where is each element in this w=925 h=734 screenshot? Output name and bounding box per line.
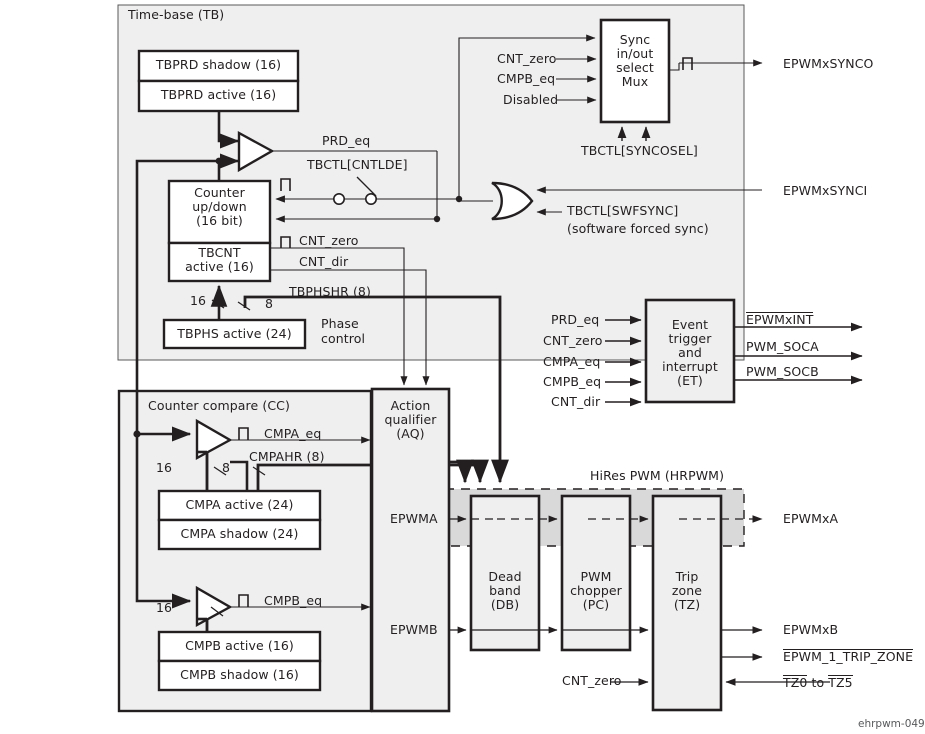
signal-label-cmpahr: CMPAHR (8) (249, 449, 325, 464)
mux-input-label-cmpb-eq: CMPB_eq (497, 71, 556, 86)
signal-label-tbphshr: TBPHSHR (8) (289, 284, 371, 299)
signal-label-cnt-dir-tb: CNT_dir (299, 254, 349, 269)
block-label-et-l2: trigger (668, 331, 712, 346)
signal-label-cnt-zero-tb: CNT_zero (299, 233, 359, 248)
bus-width-16-cmpb: 16 (156, 600, 173, 615)
block-label-counter-l3: (16 bit) (196, 213, 243, 228)
signal-label-cmpb-eq: CMPB_eq (264, 593, 323, 608)
control-label-swfsync: TBCTL[SWFSYNC] (567, 203, 679, 218)
et-output-label-pwm-soca: PWM_SOCA (746, 339, 819, 354)
block-label-db-l1: Dead (488, 569, 522, 584)
block-label-cmpb-active: CMPB active (16) (185, 638, 294, 653)
bus-width-8-tbphshr: 8 (265, 296, 274, 311)
block-label-aq-l2: qualifier (384, 412, 437, 427)
signal-label-phase-control-l2: control (321, 331, 366, 346)
block-label-db-l2: band (489, 583, 521, 598)
block-label-sync-mux-l2: in/out (616, 46, 654, 61)
block-label-sync-mux-l4: Mux (621, 74, 649, 89)
block-label-et-l1: Event (671, 317, 709, 332)
control-label-swfsync-note: (software forced sync) (567, 221, 709, 236)
block-label-counter-l2: up/down (192, 199, 247, 214)
block-label-et-l3: and (678, 345, 702, 360)
block-label-db-l3: (DB) (490, 597, 520, 612)
io-label-tz-to: to (811, 675, 825, 690)
block-label-et-l4: interrupt (662, 359, 718, 374)
et-output-label-epwmxint: EPWMxINT (746, 312, 814, 327)
block-label-aq-l3: (AQ) (396, 426, 425, 441)
block-label-pc-l3: (PC) (582, 597, 610, 612)
block-label-pc-l1: PWM (580, 569, 612, 584)
et-output-label-pwm-socb: PWM_SOCB (746, 364, 819, 379)
io-label-epwm-1-trip-zone: EPWM_1_TRIP_ZONE (783, 649, 914, 664)
bus-width-16-cmpa: 16 (156, 460, 173, 475)
block-label-cmpb-shadow: CMPB shadow (16) (180, 667, 299, 682)
bus-width-16-tbphs: 16 (190, 293, 207, 308)
control-label-cntlde: TBCTL[CNTLDE] (307, 157, 408, 172)
module-label-time-base: Time-base (TB) (128, 7, 225, 22)
module-label-counter-compare: Counter compare (CC) (148, 398, 290, 413)
block-label-tbcnt-l2: active (16) (185, 259, 254, 274)
module-label-hires-pwm: HiRes PWM (HRPWM) (590, 468, 725, 483)
tz-input-label-cnt-zero: CNT_zero (562, 673, 622, 688)
block-label-sync-mux-l3: select (616, 60, 654, 75)
et-input-label-cnt-dir: CNT_dir (551, 394, 601, 409)
io-label-tz5: TZ5 (828, 675, 853, 690)
bus-width-8-cmpahr: 8 (222, 460, 231, 475)
mux-input-label-disabled: Disabled (503, 92, 559, 107)
ehrpwm-block-diagram: Time-base (TB) Counter compare (CC) HiRe… (0, 0, 925, 734)
et-input-label-cmpb-eq: CMPB_eq (543, 374, 602, 389)
block-label-tbprd-active: TBPRD active (16) (160, 87, 277, 102)
block-label-pc-l2: chopper (570, 583, 622, 598)
block-label-counter-l1: Counter (194, 185, 245, 200)
block-label-tz-l2: zone (671, 583, 703, 598)
et-input-label-prd-eq: PRD_eq (551, 312, 600, 327)
io-label-tz0: TZ0 (783, 675, 808, 690)
block-label-et-l5: (ET) (677, 373, 703, 388)
block-label-tbphs-active: TBPHS active (24) (177, 326, 292, 341)
block-label-cmpa-shadow: CMPA shadow (24) (180, 526, 299, 541)
block-label-tbcnt-l1: TBCNT (198, 245, 241, 260)
block-label-tz-l1: Trip (675, 569, 699, 584)
mux-input-label-cnt-zero: CNT_zero (497, 51, 557, 66)
io-label-epwmxa: EPWMxA (783, 511, 839, 526)
signal-label-cmpa-eq: CMPA_eq (264, 426, 322, 441)
et-input-label-cmpa-eq: CMPA_eq (543, 354, 601, 369)
block-label-cmpa-active: CMPA active (24) (185, 497, 294, 512)
block-label-sync-mux-l1: Sync (619, 32, 651, 47)
control-label-syncosel: TBCTL[SYNCOSEL] (581, 143, 698, 158)
block-label-tbprd-shadow: TBPRD shadow (16) (155, 57, 282, 72)
io-label-epwmxb: EPWMxB (783, 622, 839, 637)
signal-label-epwmb: EPWMB (390, 622, 438, 637)
block-label-aq-l1: Action (390, 398, 431, 413)
io-label-epwmxsynci: EPWMxSYNCI (783, 183, 868, 198)
io-label-epwmxsynco: EPWMxSYNCO (783, 56, 874, 71)
figure-id-footer: ehrpwm-049 (858, 718, 925, 730)
signal-label-prd-eq: PRD_eq (322, 133, 371, 148)
block-label-tz-l3: (TZ) (673, 597, 701, 612)
signal-label-epwma: EPWMA (390, 511, 438, 526)
signal-label-phase-control-l1: Phase (321, 316, 359, 331)
et-input-label-cnt-zero: CNT_zero (543, 333, 603, 348)
